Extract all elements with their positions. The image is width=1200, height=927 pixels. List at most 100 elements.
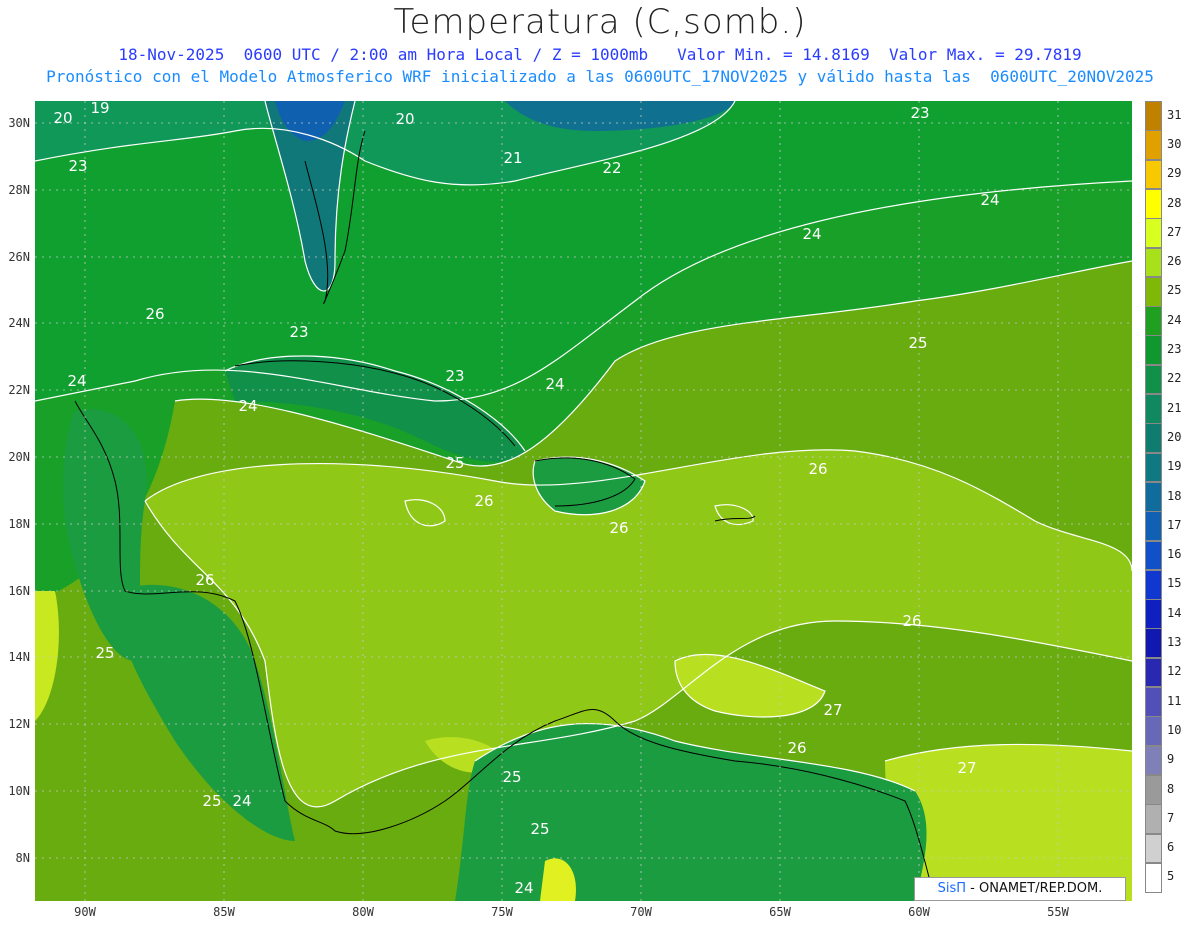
contour-label: 26 <box>474 492 493 510</box>
lon-label: 55W <box>1047 905 1069 919</box>
colorbar-label: 31 <box>1167 107 1182 122</box>
lat-label: 28N <box>8 183 30 197</box>
colorbar-label: 28 <box>1167 195 1182 210</box>
colorbar-swatch <box>1145 335 1162 366</box>
colorbar-label: 15 <box>1167 576 1182 591</box>
colorbar-swatch <box>1145 130 1162 161</box>
colorbar-label: 10 <box>1167 722 1182 737</box>
contour-label: 23 <box>68 157 87 175</box>
contour-label: 26 <box>808 460 827 478</box>
colorbar-swatch <box>1145 804 1162 834</box>
colorbar-swatch <box>1145 218 1162 248</box>
colorbar-swatch <box>1145 159 1162 190</box>
contour-label: 23 <box>289 323 308 341</box>
lon-label: 85W <box>213 905 235 919</box>
colorbar-label: 16 <box>1167 547 1182 562</box>
colorbar-swatch <box>1145 833 1162 864</box>
contour-label: 24 <box>980 191 999 209</box>
lat-label: 20N <box>8 450 30 464</box>
contour-label: 23 <box>445 367 464 385</box>
colorbar-swatch <box>1145 101 1162 131</box>
contour-label: 22 <box>602 159 621 177</box>
lon-label: 90W <box>74 905 96 919</box>
contour-label: 27 <box>957 759 976 777</box>
map-title: Temperatura (C,somb.) <box>393 2 807 42</box>
contour-label: 25 <box>95 644 114 662</box>
contour-label: 20 <box>395 110 414 128</box>
colorbar-label: 9 <box>1167 752 1175 767</box>
colorbar-label: 11 <box>1167 693 1182 708</box>
contour-label: 25 <box>445 454 464 472</box>
colorbar-label: 14 <box>1167 605 1182 620</box>
contour-label: 25 <box>502 768 521 786</box>
contour-label: 20 <box>53 109 72 127</box>
contour-label: 24 <box>67 372 86 390</box>
lon-label: 70W <box>630 905 652 919</box>
colorbar-swatch <box>1145 423 1162 454</box>
sispi-brand: SisΠ <box>937 881 967 896</box>
colorbar-label: 18 <box>1167 488 1182 503</box>
lat-label: 24N <box>8 316 30 330</box>
lat-label: 26N <box>8 250 30 264</box>
colorbar-swatch <box>1145 481 1162 512</box>
colorbar-label: 22 <box>1167 371 1182 386</box>
lat-label: 18N <box>8 517 30 531</box>
contour-label: 24 <box>802 225 821 243</box>
temperature-map: 19 20 20 21 22 23 23 23 23 24 24 24 24 2… <box>35 101 1132 901</box>
colorbar-label: 17 <box>1167 517 1182 532</box>
colorbar-label: 27 <box>1167 224 1182 239</box>
lat-label: 14N <box>8 650 30 664</box>
colorbar-swatch <box>1145 657 1162 688</box>
contour-label: 26 <box>609 519 628 537</box>
colorbar-label: 13 <box>1167 635 1182 650</box>
colorbar-swatch <box>1145 247 1162 278</box>
colorbar-swatch <box>1145 394 1162 424</box>
logo-text: - ONAMET/REP.DOM. <box>970 881 1103 896</box>
lat-label: 8N <box>15 851 30 865</box>
colorbar-swatch <box>1145 774 1162 805</box>
colorbar-swatch <box>1145 628 1162 659</box>
lat-label: 16N <box>8 584 30 598</box>
contour-label: 24 <box>232 792 251 810</box>
colorbar-label: 30 <box>1167 136 1182 151</box>
colorbar-swatch <box>1145 716 1162 747</box>
contour-label: 21 <box>503 149 522 167</box>
colorbar-label: 5 <box>1167 869 1175 884</box>
contour-label: 26 <box>902 612 921 630</box>
lat-label: 12N <box>8 717 30 731</box>
lat-label: 10N <box>8 784 30 798</box>
contour-label: 24 <box>514 879 533 897</box>
contour-label: 26 <box>195 571 214 589</box>
contour-label: 25 <box>530 820 549 838</box>
contour-label: 25 <box>908 334 927 352</box>
colorbar-swatch <box>1145 511 1162 541</box>
colorbar-swatch <box>1145 306 1162 336</box>
colorbar-swatch <box>1145 188 1162 219</box>
colorbar-label: 26 <box>1167 254 1182 269</box>
colorbar-label: 19 <box>1167 459 1182 474</box>
colorbar-swatch <box>1145 540 1162 571</box>
colorbar-label: 7 <box>1167 810 1175 825</box>
lat-label: 30N <box>8 116 30 130</box>
colorbar-swatch <box>1145 569 1162 600</box>
colorbar-swatch <box>1145 745 1162 776</box>
colorbar-label: 25 <box>1167 283 1182 298</box>
colorbar-label: 29 <box>1167 166 1182 181</box>
colorbar-label: 12 <box>1167 664 1182 679</box>
colorbar-label: 21 <box>1167 400 1182 415</box>
onamet-logo: SisΠ - ONAMET/REP.DOM. <box>914 877 1126 901</box>
contour-label: 26 <box>145 305 164 323</box>
contour-label: 24 <box>545 375 564 393</box>
contour-label: 25 <box>202 792 221 810</box>
colorbar-label: 20 <box>1167 429 1182 444</box>
lon-label: 80W <box>352 905 374 919</box>
contour-label: 19 <box>90 101 109 117</box>
colorbar-label: 24 <box>1167 312 1182 327</box>
colorbar-label: 6 <box>1167 840 1175 855</box>
colorbar-swatch <box>1145 687 1162 717</box>
contour-label: 27 <box>823 701 842 719</box>
model-info: Pronóstico con el Modelo Atmosferico WRF… <box>46 67 1154 86</box>
colorbar-swatch <box>1145 452 1162 483</box>
contour-label: 24 <box>238 397 257 415</box>
colorbar-swatch <box>1145 364 1162 395</box>
